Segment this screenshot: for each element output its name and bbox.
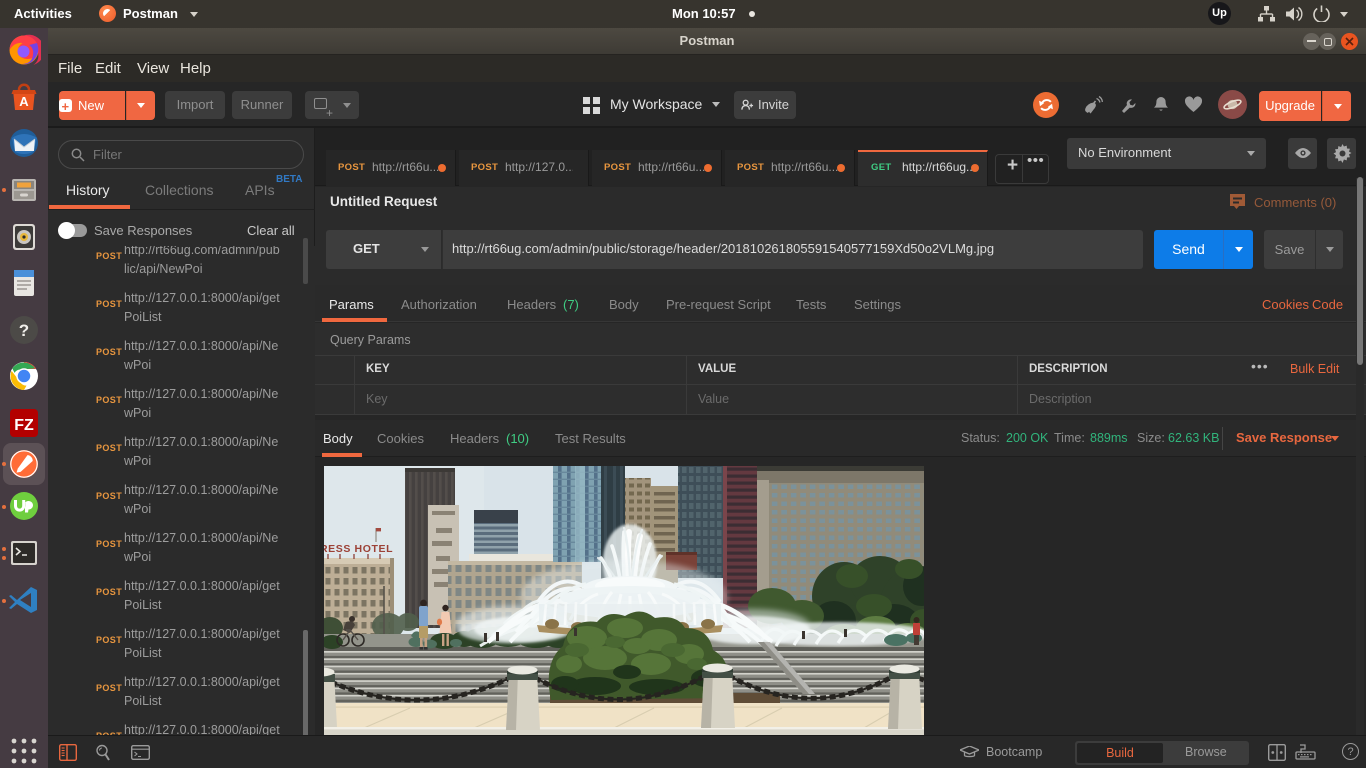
svg-text:?: ?: [19, 321, 29, 340]
svg-text:FZ: FZ: [14, 417, 34, 434]
svg-text:A: A: [19, 94, 29, 109]
svg-text:RESS HOTEL: RESS HOTEL: [324, 543, 393, 555]
